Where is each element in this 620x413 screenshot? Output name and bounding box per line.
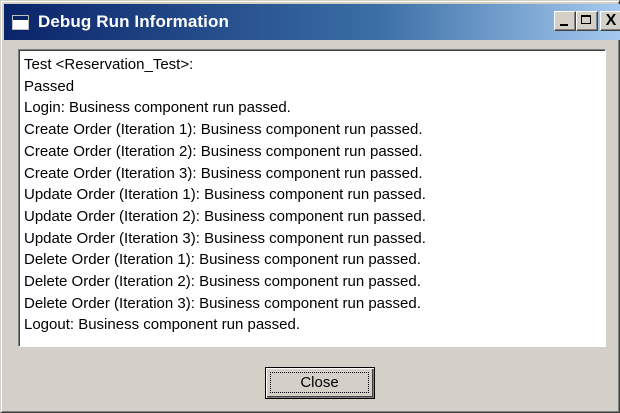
- log-line: Create Order (Iteration 3): Business com…: [24, 164, 423, 182]
- log-line: Logout: Business component run passed.: [24, 316, 301, 334]
- log-line: Update Order (Iteration 3): Business com…: [24, 229, 426, 247]
- minimize-icon[interactable]: [554, 11, 576, 31]
- log-line: Update Order (Iteration 1): Business com…: [24, 186, 426, 204]
- maximize-icon[interactable]: [576, 11, 598, 31]
- title-bar[interactable]: Debug Run Information X: [4, 4, 620, 40]
- log-line: Update Order (Iteration 2): Business com…: [24, 207, 426, 225]
- log-line: Delete Order (Iteration 3): Business com…: [24, 294, 421, 312]
- log-line: Delete Order (Iteration 1): Business com…: [24, 251, 421, 269]
- log-line: Test <Reservation_Test>:: [24, 56, 194, 73]
- log-line: Create Order (Iteration 2): Business com…: [24, 142, 423, 160]
- log-line: Login: Business component run passed.: [24, 99, 291, 117]
- close-button-label: Close: [270, 372, 369, 393]
- log-line: Delete Order (Iteration 2): Business com…: [24, 273, 421, 291]
- debug-run-dialog: Debug Run Information X Test <Reservatio…: [0, 0, 620, 413]
- window-controls: X: [554, 11, 620, 31]
- log-line: Passed: [24, 77, 75, 95]
- close-button[interactable]: Close: [265, 367, 375, 399]
- window-title: Debug Run Information: [38, 12, 229, 31]
- log-line: Create Order (Iteration 1): Business com…: [24, 121, 423, 139]
- debug-info-textbox[interactable]: Test <Reservation_Test>: Passed Login: B…: [18, 49, 606, 347]
- close-icon[interactable]: X: [600, 11, 620, 31]
- window-icon: [12, 14, 29, 30]
